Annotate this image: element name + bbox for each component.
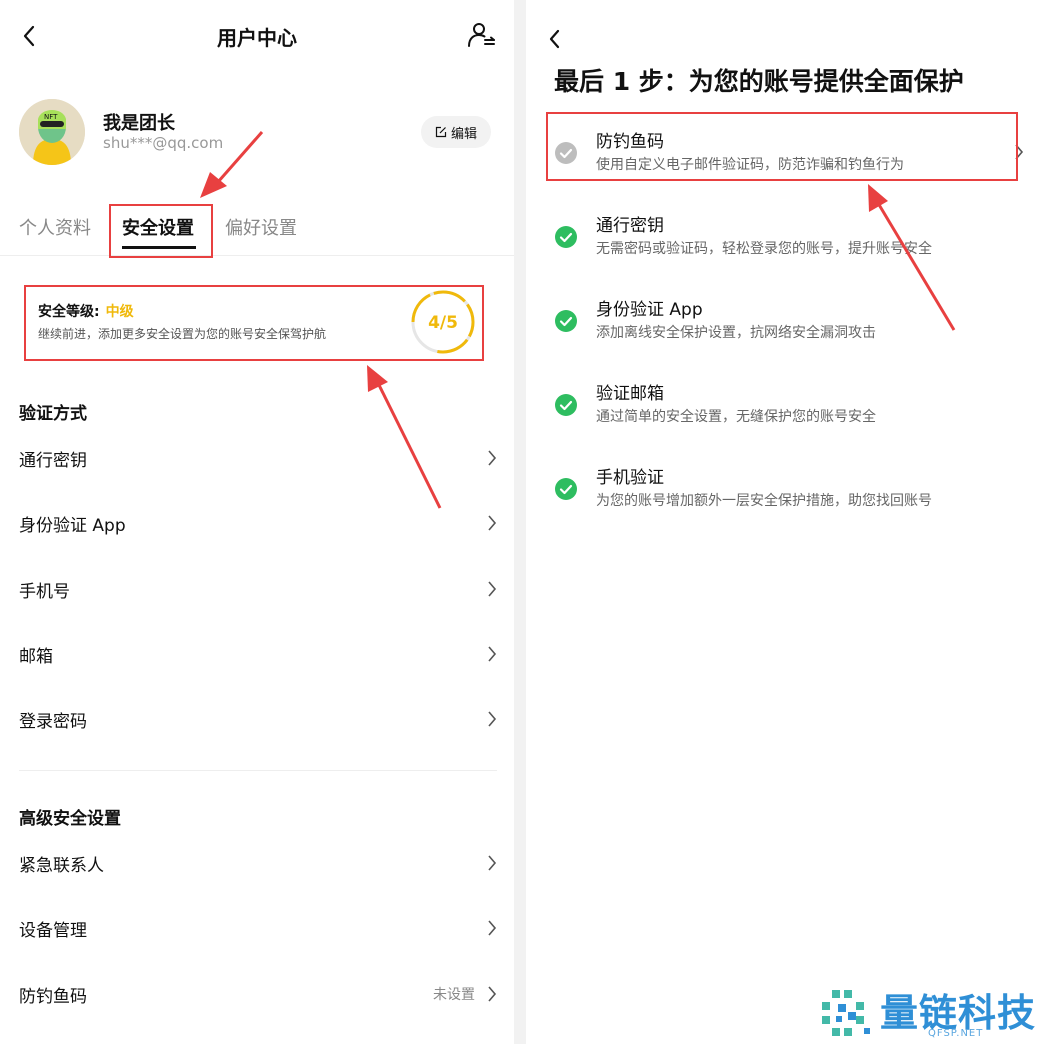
watermark-subtext: QFSP.NET (928, 1028, 984, 1039)
protection-steps-panel: 最后 1 步：为您的账号提供全面保护 防钓鱼码 使用自定义电子邮件验证码，防范诈… (526, 0, 1040, 1044)
annotation-arrow-steps (868, 184, 956, 331)
annotation-arrows (200, 131, 442, 509)
panel-divider (514, 0, 526, 1044)
user-center-panel: 用户中心 NFT 我是团长 shu***@qq.com 编辑 个人资料 安全设置… (0, 0, 514, 1044)
watermark-mark-icon (822, 990, 870, 1036)
watermark-logo: 量链科技 QFSP.NET (818, 982, 1040, 1044)
